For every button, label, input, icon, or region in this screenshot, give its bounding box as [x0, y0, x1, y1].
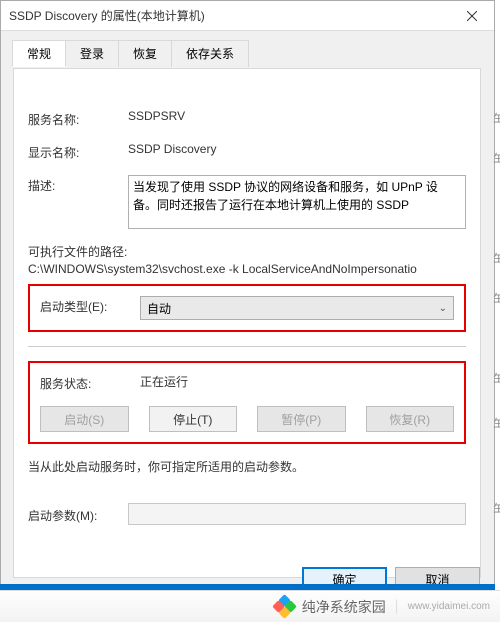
watermark-url: www.yidaimei.com — [408, 601, 490, 612]
close-icon — [467, 11, 477, 21]
tab-general[interactable]: 常规 — [12, 40, 66, 67]
service-name-label: 服务名称: — [28, 109, 128, 128]
watermark-text: 纯净系统家园 — [302, 597, 386, 617]
service-status-label: 服务状态: — [40, 373, 140, 392]
tab-panel: 服务名称: SSDPSRV 显示名称: SSDP Discovery 描述: 当… — [13, 68, 481, 578]
watermark-bar: 纯净系统家园 ｜ www.yidaimei.com — [0, 590, 500, 622]
tab-content-general: 服务名称: SSDPSRV 显示名称: SSDP Discovery 描述: 当… — [14, 93, 480, 577]
exe-path-label: 可执行文件的路径: — [28, 243, 466, 260]
display-name-label: 显示名称: — [28, 142, 128, 161]
start-params-label: 启动参数(M): — [28, 505, 128, 524]
display-name-value: SSDP Discovery — [128, 142, 466, 156]
start-button: 启动(S) — [40, 406, 129, 432]
tab-dependencies[interactable]: 依存关系 — [171, 40, 249, 67]
titlebar: SSDP Discovery 的属性(本地计算机) — [1, 1, 494, 31]
tab-recovery[interactable]: 恢复 — [118, 40, 172, 67]
tab-row: 常规 登录 恢复 依存关系 — [12, 40, 482, 67]
resume-button: 恢复(R) — [366, 406, 455, 432]
service-name-value: SSDPSRV — [128, 109, 466, 123]
service-status-value: 正在运行 — [140, 373, 454, 390]
dialog-body: 常规 登录 恢复 依存关系 服务名称: SSDPSRV 显示名称: SSDP D… — [1, 31, 494, 588]
startup-type-label: 启动类型(E): — [40, 296, 140, 315]
watermark-logo-icon — [274, 596, 296, 618]
separator — [28, 346, 466, 347]
startup-type-value: 自动 — [147, 300, 171, 317]
exe-path-value: C:\WINDOWS\system32\svchost.exe -k Local… — [28, 262, 466, 276]
right-edge-artifacts: 玍 玍 玍 玍 玍 玍 玍 — [495, 40, 500, 590]
chevron-down-icon: ⌄ — [439, 303, 447, 314]
tab-logon[interactable]: 登录 — [65, 40, 119, 67]
close-button[interactable] — [449, 1, 494, 30]
service-status-highlight: 服务状态: 正在运行 启动(S) 停止(T) 暂停(P) 恢复(R) — [28, 361, 466, 444]
description-label: 描述: — [28, 175, 128, 194]
properties-dialog: SSDP Discovery 的属性(本地计算机) 常规 登录 恢复 依存关系 … — [0, 0, 495, 600]
description-textarea[interactable]: 当发现了使用 SSDP 协议的网络设备和服务，如 UPnP 设备。同时还报告了运… — [128, 175, 466, 229]
startup-type-highlight: 启动类型(E): 自动 ⌄ — [28, 284, 466, 332]
stop-button[interactable]: 停止(T) — [149, 406, 238, 432]
service-control-buttons: 启动(S) 停止(T) 暂停(P) 恢复(R) — [40, 406, 454, 432]
pause-button: 暂停(P) — [257, 406, 346, 432]
start-params-input — [128, 503, 466, 525]
startup-type-select[interactable]: 自动 ⌄ — [140, 296, 454, 320]
window-title: SSDP Discovery 的属性(本地计算机) — [9, 7, 205, 24]
start-params-note: 当从此处启动服务时，你可指定所适用的启动参数。 — [28, 458, 466, 475]
